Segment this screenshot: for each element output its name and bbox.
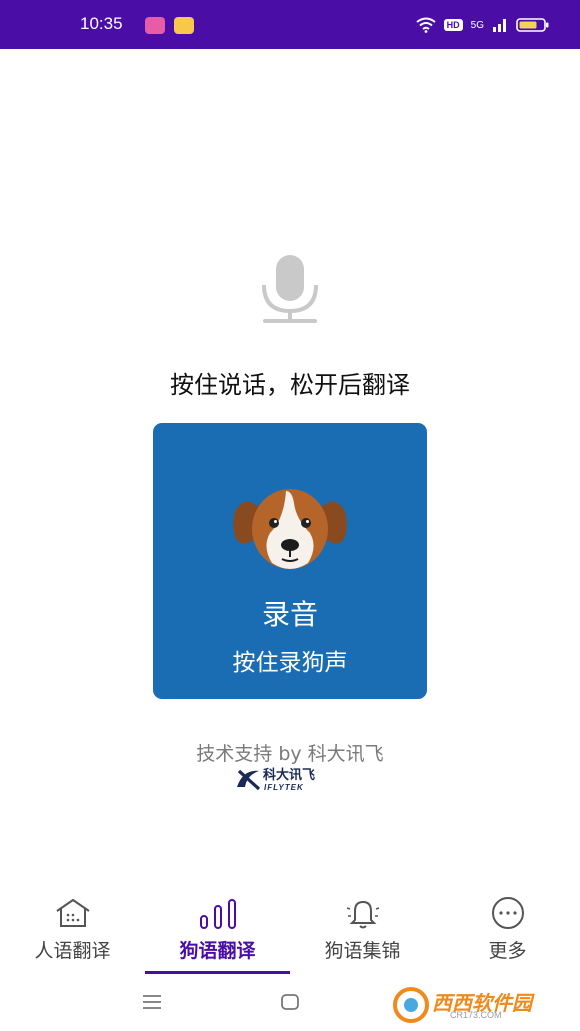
- home-icon[interactable]: [280, 993, 300, 1011]
- status-icons: HD 5G: [416, 17, 550, 33]
- logo-subtext: IFLYTEK: [264, 783, 304, 792]
- status-bar: 10:35 HD 5G: [0, 0, 580, 49]
- signal-icon: [493, 19, 506, 32]
- dog-icon: [233, 489, 347, 569]
- record-subtitle: 按住录狗声: [232, 650, 348, 676]
- hd-badge: HD: [443, 19, 463, 31]
- system-nav-bar: 西西软件园 CR173.COM: [0, 985, 580, 1031]
- app-notification-icon: [145, 17, 165, 34]
- sound-bars-icon: [199, 899, 236, 929]
- bottom-tab-bar: 人语翻译 狗语翻译 狗语集锦 更多: [0, 888, 580, 973]
- message-notification-icon: [174, 17, 194, 34]
- tab-label: 狗语集锦: [324, 940, 401, 962]
- microphone-icon: [262, 255, 318, 323]
- battery-icon: [516, 18, 549, 32]
- wifi-icon: [416, 17, 436, 33]
- network-type: 5G: [470, 19, 484, 31]
- tab-dog-translate[interactable]: 狗语翻译: [145, 888, 290, 973]
- iflytek-logo: 科大讯飞 IFLYTEK: [237, 767, 315, 792]
- menu-icon[interactable]: [141, 993, 163, 1011]
- powered-by-text: 技术支持 by 科大讯飞: [196, 743, 384, 765]
- tab-more[interactable]: 更多: [435, 888, 580, 973]
- tab-human-translate[interactable]: 人语翻译: [0, 888, 145, 973]
- active-tab-indicator: [145, 971, 290, 974]
- record-dog-button[interactable]: 录音 按住录狗声: [153, 423, 427, 699]
- record-title: 录音: [261, 598, 318, 631]
- tab-label: 更多: [488, 940, 527, 962]
- more-dots-icon: [491, 897, 524, 929]
- watermark-subtext: CR173.COM: [450, 1010, 502, 1020]
- bell-icon: [346, 900, 379, 929]
- house-icon: [55, 898, 90, 927]
- instruction-text: 按住说话，松开后翻译: [170, 371, 410, 399]
- logo-text: 科大讯飞: [263, 767, 315, 783]
- tab-label: 狗语翻译: [179, 940, 256, 962]
- status-time: 10:35: [80, 14, 123, 33]
- tab-dog-collection[interactable]: 狗语集锦: [290, 888, 435, 973]
- tab-label: 人语翻译: [34, 940, 111, 962]
